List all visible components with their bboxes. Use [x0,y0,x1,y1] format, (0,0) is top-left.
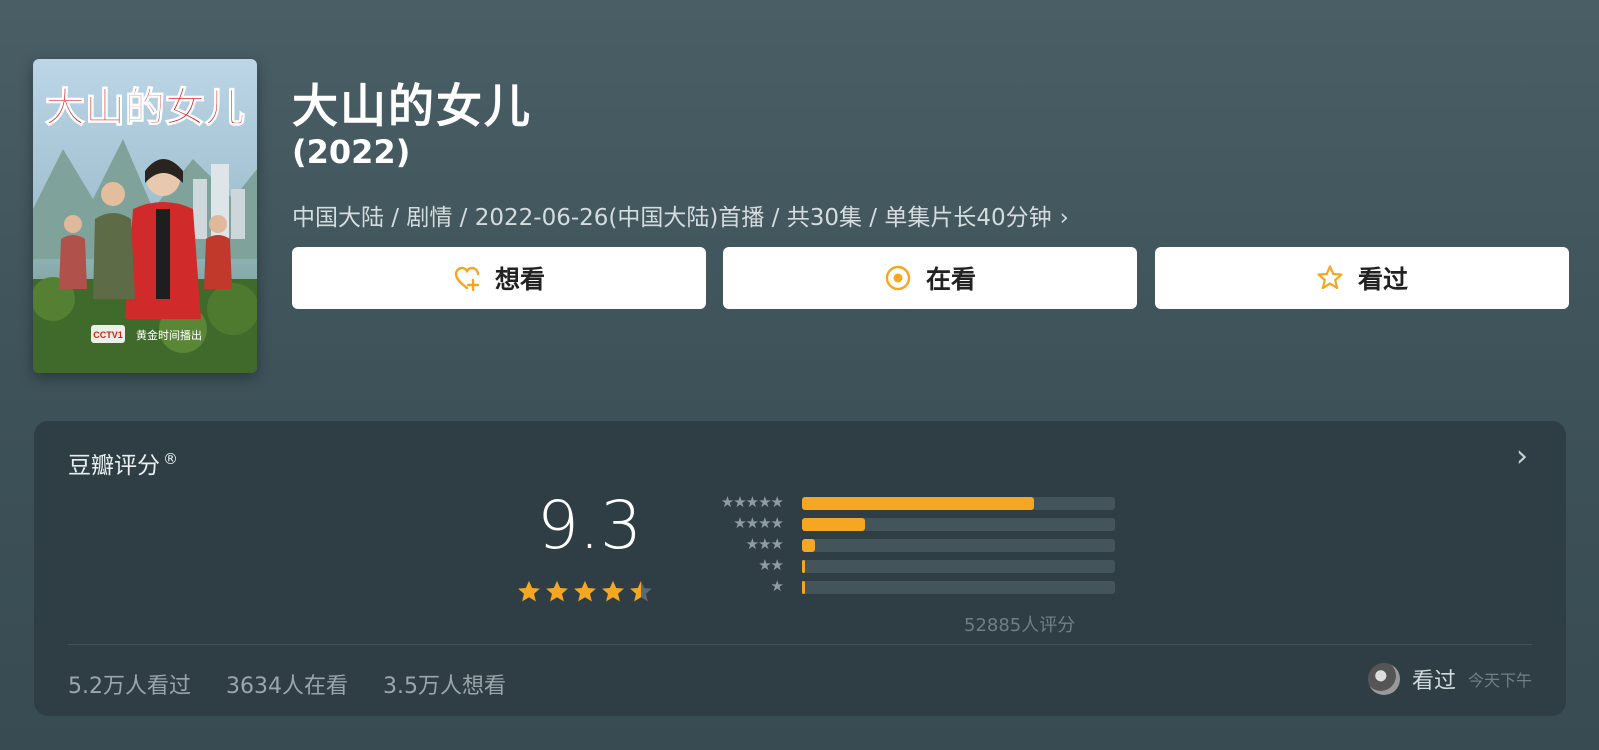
rating-row-2-star: ★★ [679,556,1115,577]
mini-stars-icon: ★★★★★ [720,493,784,511]
divider [68,644,1532,645]
mini-stars-icon: ★ [770,577,784,595]
rating-section-title: 豆瓣评分 ® [68,450,178,479]
mini-stars-icon: ★★★★ [733,514,784,532]
rating-bar-track [802,518,1115,531]
poster-art: 大山的女儿 CCTV1 黄金时间播出 [33,59,257,373]
watched-label: 看过 [1357,265,1408,294]
poster-tagline: 黄金时间播出 [136,328,202,342]
rating-score: 9.3 [537,487,642,564]
poster-title-text: 大山的女儿 [45,85,245,130]
avatar [1367,663,1400,695]
poster-image[interactable]: 大山的女儿 CCTV1 黄金时间播出 [33,59,257,373]
mini-stars-icon: ★★★ [745,535,784,553]
watching-button[interactable]: 在看 [723,247,1137,309]
rating-row-4-star: ★★★★ [679,514,1115,535]
release-year: (2022) [292,133,411,171]
star-outline-icon [1317,265,1343,290]
wishlist-count[interactable]: 3.5万人想看 [383,674,506,699]
watching-label: 在看 [925,265,976,294]
rating-row-1-star: ★ [679,577,1115,598]
star-icon [546,580,568,602]
rating-bar-fill [802,497,1034,510]
star-icon [574,580,596,602]
heart-plus-icon [454,266,480,292]
chevron-right-icon: › [1059,205,1069,231]
mini-stars-icon: ★★ [758,556,784,574]
rating-bar-fill [802,539,815,552]
rating-bar-fill [802,560,806,573]
star-icon [630,580,652,602]
friend-time: 今天下午 [1467,671,1532,690]
watched-button[interactable]: 看过 [1155,247,1569,309]
rating-stars [516,579,654,605]
rating-bar-fill [802,518,865,531]
rating-bar-track [802,539,1115,552]
meta-text: 中国大陆 / 剧情 / 2022-06-26(中国大陆)首播 / 共30集 / … [292,205,1052,231]
rating-bar-fill [802,581,806,594]
star-icon [602,580,624,602]
movie-meta-link[interactable]: 中国大陆 / 剧情 / 2022-06-26(中国大陆)首播 / 共30集 / … [292,198,1069,232]
svg-text:CCTV1: CCTV1 [93,330,123,340]
watched-count[interactable]: 5.2万人看过 [68,674,191,699]
target-icon [885,265,911,291]
watch-stats: 5.2万人看过 3634人在看 3.5万人想看 [68,668,534,700]
friend-activity[interactable]: 看过 今天下午 [1367,663,1532,695]
rating-row-5-star: ★★★★★ [679,493,1115,514]
rating-bar-track [802,497,1115,510]
watching-count[interactable]: 3634人在看 [226,674,348,699]
want-button[interactable]: 想看 [292,247,706,309]
rating-distribution: ★★★★★ ★★★★ ★★★ ★★ ★ [679,493,1115,598]
rating-count: 52885人评分 [964,615,1076,636]
star-icon [518,580,540,602]
friend-status: 看过 [1411,669,1456,694]
rating-bar-track [802,581,1115,594]
chevron-right-icon[interactable]: › [1516,439,1528,474]
rating-bar-track [802,560,1115,573]
rating-row-3-star: ★★★ [679,535,1115,556]
want-label: 想看 [494,265,545,294]
page-title: 大山的女儿 [292,79,532,133]
douban-rating-card[interactable]: 豆瓣评分 ® › 9.3 ★★★★★ ★★★★ ★★★ ★★ ★ 52885人评分 5.2… [34,421,1566,716]
